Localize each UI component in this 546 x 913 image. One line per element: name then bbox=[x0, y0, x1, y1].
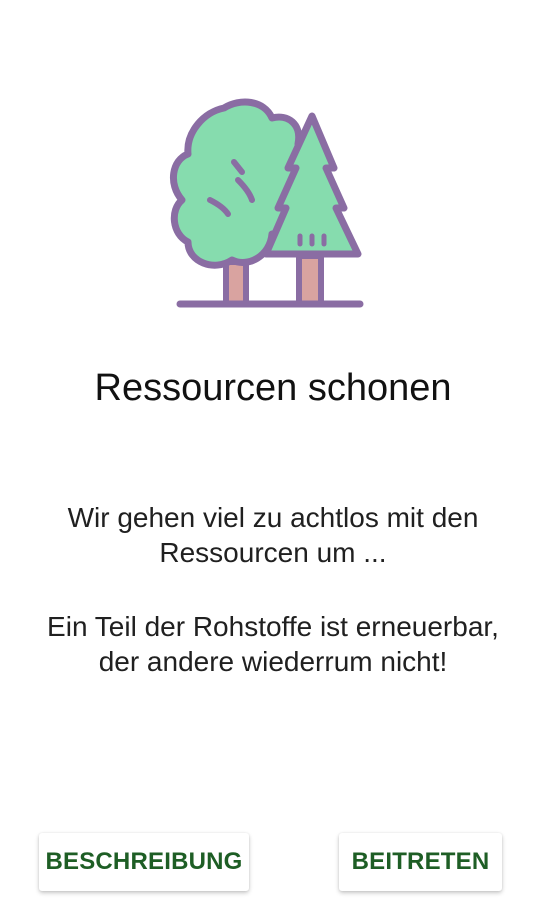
intro-screen: Ressourcen schonen Wir gehen viel zu ach… bbox=[0, 0, 546, 913]
description-button[interactable]: BESCHREIBUNG bbox=[39, 833, 249, 891]
description-paragraph: Ein Teil der Rohstoffe ist erneuerbar, d… bbox=[47, 611, 499, 677]
description-text: Wir gehen viel zu achtlos mit den Ressou… bbox=[24, 500, 522, 679]
description-paragraph: Wir gehen viel zu achtlos mit den Ressou… bbox=[67, 502, 479, 568]
join-button[interactable]: BEITRETEN bbox=[339, 833, 502, 891]
trees-icon bbox=[166, 96, 374, 316]
page-title: Ressourcen schonen bbox=[94, 367, 452, 409]
